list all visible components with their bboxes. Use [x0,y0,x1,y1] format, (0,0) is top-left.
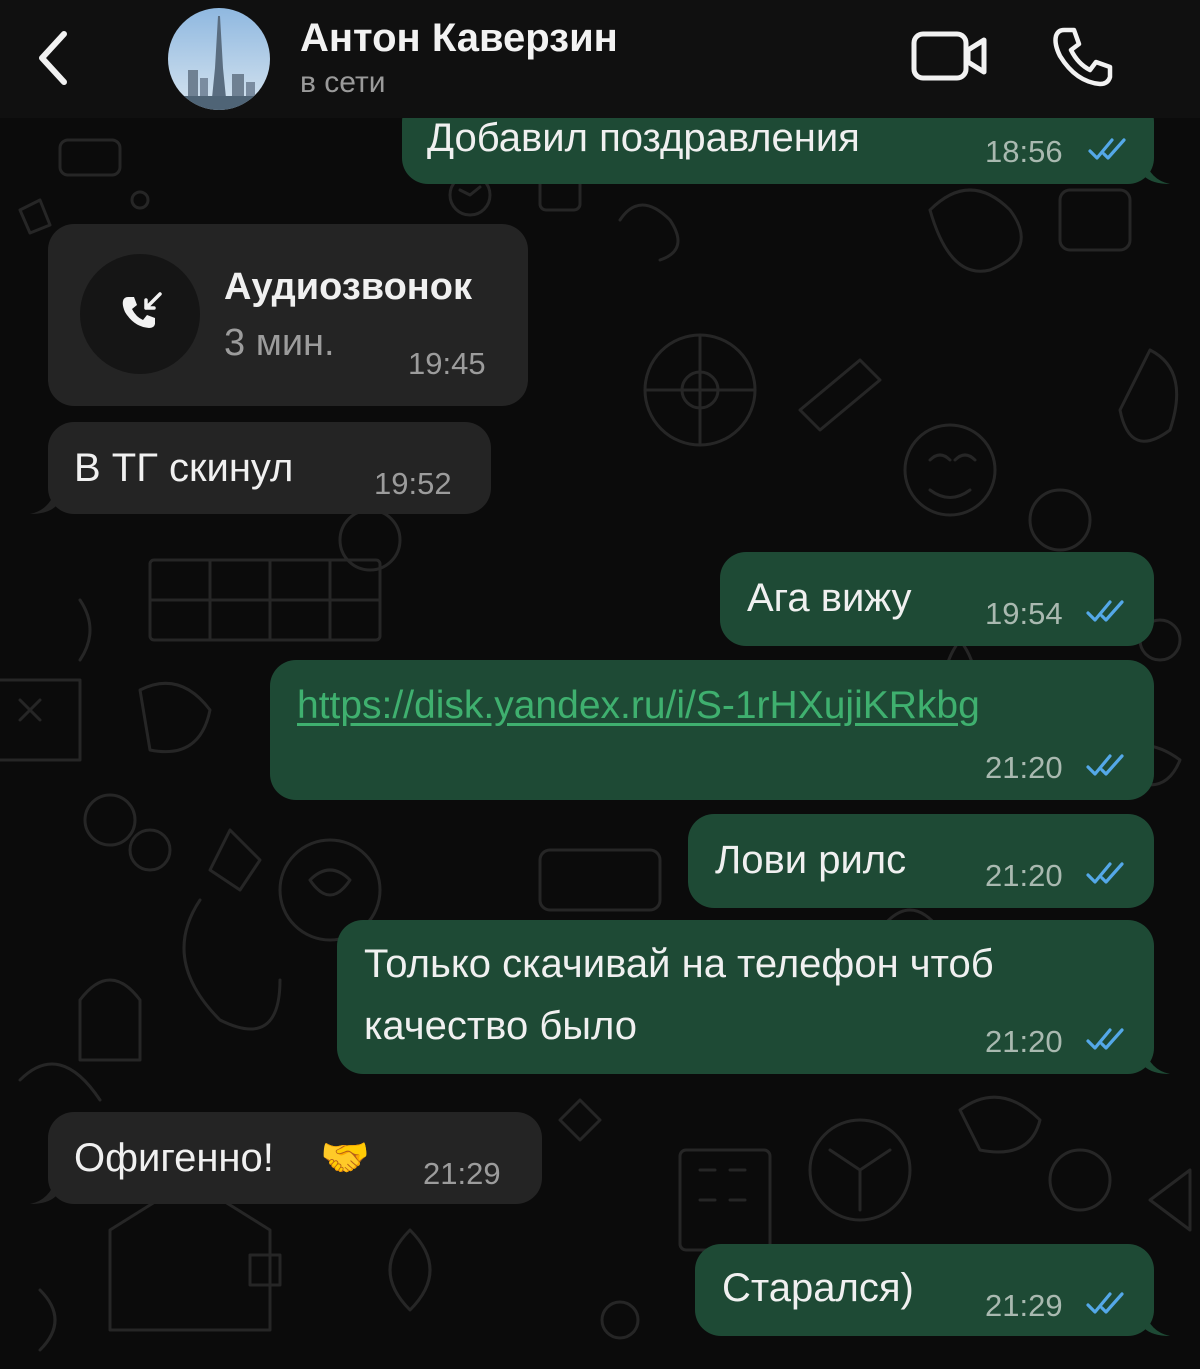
back-button[interactable] [30,26,80,90]
bubble-tail [1144,158,1170,184]
message-bubble-outgoing[interactable]: Старался) 21:29 [695,1244,1154,1336]
incoming-call-icon [122,292,162,328]
message-text: Офигенно! [74,1136,274,1180]
read-ticks-icon [1086,600,1124,622]
message-time: 21:29 [423,1156,501,1191]
message-time: 19:45 [408,346,486,381]
bubble-tail [1144,1310,1170,1336]
message-text: Старался) [722,1266,914,1310]
read-ticks-icon [1086,862,1124,884]
message-text: Лови рилс [715,838,907,882]
message-bubble-outgoing[interactable]: Ага вижу 19:54 [720,552,1154,646]
message-time: 19:54 [985,596,1063,631]
read-ticks-icon [1086,1028,1124,1050]
contact-status: в сети [300,66,386,99]
message-bubble-outgoing[interactable]: Лови рилс 21:20 [688,814,1154,908]
avatar-image [168,8,270,110]
bubble-tail [30,488,56,514]
message-text-line-1: Только скачивай на телефон чтоб [364,942,994,986]
message-text: Ага вижу [747,576,912,620]
chevron-left-icon [39,31,67,85]
message-link[interactable]: https://disk.yandex.ru/i/S-1rHXujiKRkbg [297,684,980,728]
message-time: 21:20 [985,750,1063,785]
message-text: Добавил поздравления [427,116,860,160]
message-time: 21:29 [985,1288,1063,1323]
message-time: 21:20 [985,1024,1063,1059]
contact-name[interactable]: Антон Каверзин [300,16,618,61]
call-duration: 3 мин. [224,322,335,364]
message-bubble-outgoing[interactable]: Только скачивай на телефон чтоб качество… [337,920,1154,1074]
bubble-tail [30,1178,56,1204]
handshake-emoji: 🤝 [320,1136,370,1180]
message-time: 18:56 [985,134,1063,169]
read-ticks-icon [1086,754,1124,776]
message-text: В ТГ скинул [74,446,294,490]
read-ticks-icon [1088,138,1126,160]
bubble-tail [1144,1048,1170,1074]
call-icon-circle [80,254,200,374]
message-time: 21:20 [985,858,1063,893]
call-title: Аудиозвонок [224,266,472,308]
video-call-button[interactable] [910,28,990,84]
chat-header: Антон Каверзин в сети [0,0,1200,118]
message-time: 19:52 [374,466,452,501]
message-bubble-link[interactable]: https://disk.yandex.ru/i/S-1rHXujiKRkbg … [270,660,1154,800]
message-bubble-incoming[interactable]: В ТГ скинул 19:52 [48,422,491,514]
phone-icon [1053,27,1113,87]
video-camera-icon [911,31,987,81]
avatar[interactable] [168,8,270,110]
read-ticks-icon [1086,1292,1124,1314]
message-bubble-incoming[interactable]: Офигенно! 🤝 21:29 [48,1112,542,1204]
message-text-line-2: качество было [364,1004,638,1048]
audio-call-button[interactable] [1050,24,1116,90]
call-bubble[interactable]: Аудиозвонок 3 мин. 19:45 [48,224,528,406]
